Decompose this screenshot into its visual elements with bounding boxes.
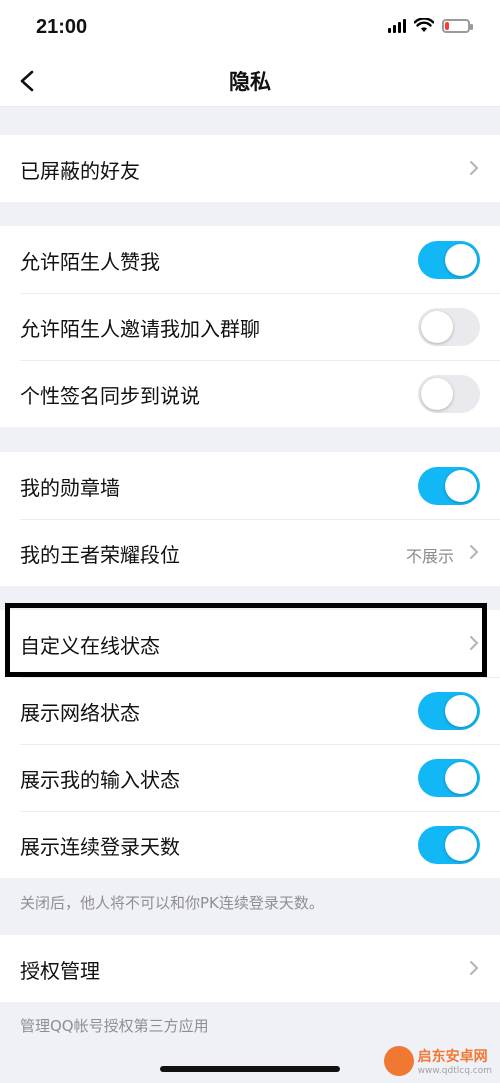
watermark-name: 启东安卓网 [417, 1049, 488, 1065]
allow-stranger-group-invite-label: 允许陌生人邀请我加入群聊 [20, 317, 260, 341]
authorization-hint: 管理QQ帐号授权第三方应用 [20, 1017, 209, 1035]
signature-sync-label: 个性签名同步到说说 [20, 384, 200, 408]
allow-stranger-likes-row: 允许陌生人赞我 [0, 226, 500, 293]
typing-status-row: 展示我的输入状态 [0, 744, 500, 811]
cellular-signal-icon [388, 18, 406, 33]
authorization-group: 授权管理 [0, 935, 500, 1002]
chevron-right-icon [470, 545, 479, 559]
home-indicator[interactable] [160, 1066, 340, 1072]
watermark-logo-icon [383, 1046, 414, 1076]
allow-stranger-likes-label: 允许陌生人赞我 [20, 250, 160, 274]
typing-status-label: 展示我的输入状态 [20, 768, 180, 792]
signature-sync-toggle[interactable] [418, 375, 480, 413]
badge-wall-label: 我的勋章墙 [20, 476, 120, 500]
login-days-toggle[interactable] [418, 826, 480, 864]
blocked-friends-label: 已屏蔽的好友 [20, 159, 140, 183]
authorization-management-label: 授权管理 [20, 959, 100, 983]
status-time: 21:00 [36, 16, 88, 38]
blocked-friends-row[interactable]: 已屏蔽的好友 [0, 135, 500, 202]
page-title: 隐私 [229, 70, 271, 94]
chevron-right-icon [470, 961, 479, 975]
display-group: 我的勋章墙 我的王者荣耀段位 不展示 [0, 452, 500, 586]
allow-stranger-group-invite-row: 允许陌生人邀请我加入群聊 [0, 293, 500, 360]
custom-online-status-label: 自定义在线状态 [20, 634, 160, 658]
stranger-settings-group: 允许陌生人赞我 允许陌生人邀请我加入群聊 个性签名同步到说说 [0, 226, 500, 427]
system-icons [388, 18, 473, 33]
nav-bar: 隐私 [0, 56, 500, 107]
watermark-url: www.qdtlcq.com [417, 1066, 492, 1076]
wifi-icon [414, 18, 434, 32]
status-bar: 21:00 [0, 0, 500, 56]
chevron-right-icon [470, 636, 479, 650]
login-days-row: 展示连续登录天数 [0, 811, 500, 878]
blocked-friends-group: 已屏蔽的好友 [0, 135, 500, 202]
honor-rank-label: 我的王者荣耀段位 [20, 543, 180, 567]
custom-online-status-row[interactable]: 自定义在线状态 [0, 610, 500, 677]
watermark: 启东安卓网 www.qdtlcq.com [383, 1046, 492, 1076]
allow-stranger-group-invite-toggle[interactable] [418, 308, 480, 346]
signature-sync-row: 个性签名同步到说说 [0, 360, 500, 427]
authorization-management-row[interactable]: 授权管理 [0, 935, 500, 1002]
battery-low-icon [442, 18, 473, 33]
network-status-label: 展示网络状态 [20, 701, 140, 725]
allow-stranger-likes-toggle[interactable] [418, 241, 480, 279]
typing-status-toggle[interactable] [418, 759, 480, 797]
badge-wall-toggle[interactable] [418, 467, 480, 505]
honor-rank-value: 不展示 [405, 547, 454, 566]
login-days-label: 展示连续登录天数 [20, 835, 180, 859]
online-status-group: 自定义在线状态 展示网络状态 展示我的输入状态 展示连续登录天数 [0, 610, 500, 878]
badge-wall-row: 我的勋章墙 [0, 452, 500, 519]
honor-rank-row[interactable]: 我的王者荣耀段位 不展示 [0, 519, 500, 586]
login-days-hint: 关闭后，他人将不可以和你PK连续登录天数。 [20, 894, 324, 912]
network-status-row: 展示网络状态 [0, 677, 500, 744]
network-status-toggle[interactable] [418, 692, 480, 730]
chevron-right-icon [470, 161, 479, 175]
